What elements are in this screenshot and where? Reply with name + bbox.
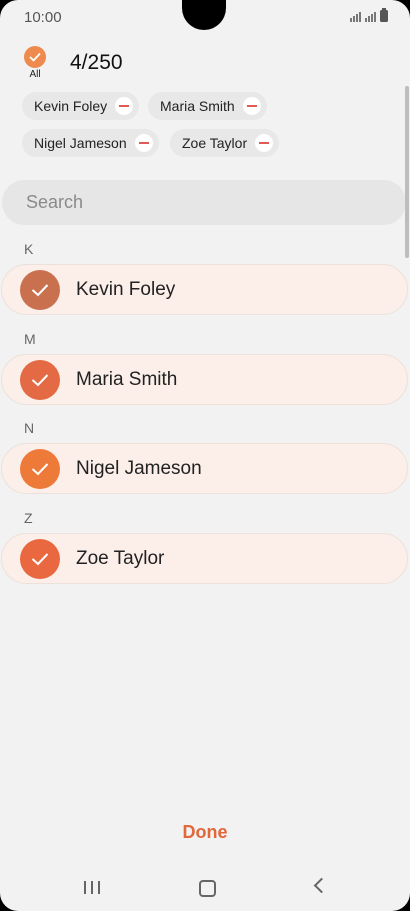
search-input[interactable]	[24, 191, 388, 214]
contact-name: Kevin Foley	[76, 278, 176, 300]
section-header-z: Z	[24, 510, 33, 526]
chip-label: Maria Smith	[160, 98, 235, 114]
battery-icon	[380, 8, 388, 22]
contact-name: Maria Smith	[76, 368, 178, 390]
select-all-toggle[interactable]: All	[22, 46, 48, 80]
back-icon[interactable]	[313, 877, 330, 894]
selected-chip: Zoe Taylor	[170, 129, 280, 157]
contact-row-zoe-taylor[interactable]: Zoe Taylor	[1, 533, 408, 584]
phone-screen: 10:00 All 4/250 Kevin Foley Maria Smith …	[0, 0, 410, 911]
chip-label: Kevin Foley	[34, 98, 108, 114]
done-button[interactable]: Done	[0, 822, 410, 843]
section-header-k: K	[24, 241, 34, 257]
camera-notch	[182, 0, 226, 30]
select-all-label: All	[29, 69, 41, 80]
status-icons	[350, 8, 388, 22]
selected-chip: Maria Smith	[148, 92, 267, 120]
chip-label: Zoe Taylor	[182, 135, 248, 151]
contact-row-maria-smith[interactable]: Maria Smith	[1, 354, 408, 405]
signal-icon-2	[365, 12, 376, 22]
remove-icon[interactable]	[115, 97, 134, 115]
navigation-bar	[0, 866, 410, 911]
contact-row-nigel-jameson[interactable]: Nigel Jameson	[1, 443, 408, 494]
signal-icon	[350, 12, 361, 22]
selected-chip: Nigel Jameson	[22, 129, 159, 157]
status-bar: 10:00	[0, 0, 410, 36]
contact-name: Zoe Taylor	[76, 547, 165, 569]
scrollbar[interactable]	[405, 86, 409, 258]
contact-name: Nigel Jameson	[76, 457, 202, 479]
checked-icon[interactable]	[20, 538, 60, 579]
section-header-m: M	[24, 331, 36, 347]
remove-icon[interactable]	[134, 134, 153, 152]
search-bar[interactable]	[2, 180, 406, 225]
remove-icon[interactable]	[242, 97, 261, 115]
chip-label: Nigel Jameson	[34, 135, 127, 151]
selection-count: 4/250	[70, 51, 123, 74]
selected-chip: Kevin Foley	[22, 92, 140, 120]
checked-icon[interactable]	[20, 359, 60, 400]
checked-icon[interactable]	[20, 269, 60, 310]
remove-icon[interactable]	[255, 134, 274, 152]
status-time: 10:00	[24, 9, 62, 26]
section-header-n: N	[24, 420, 35, 436]
contact-row-kevin-foley[interactable]: Kevin Foley	[1, 264, 408, 315]
select-all-check-icon	[24, 46, 46, 68]
home-icon[interactable]	[199, 880, 216, 897]
recents-icon[interactable]	[84, 881, 100, 894]
checked-icon[interactable]	[20, 448, 60, 489]
